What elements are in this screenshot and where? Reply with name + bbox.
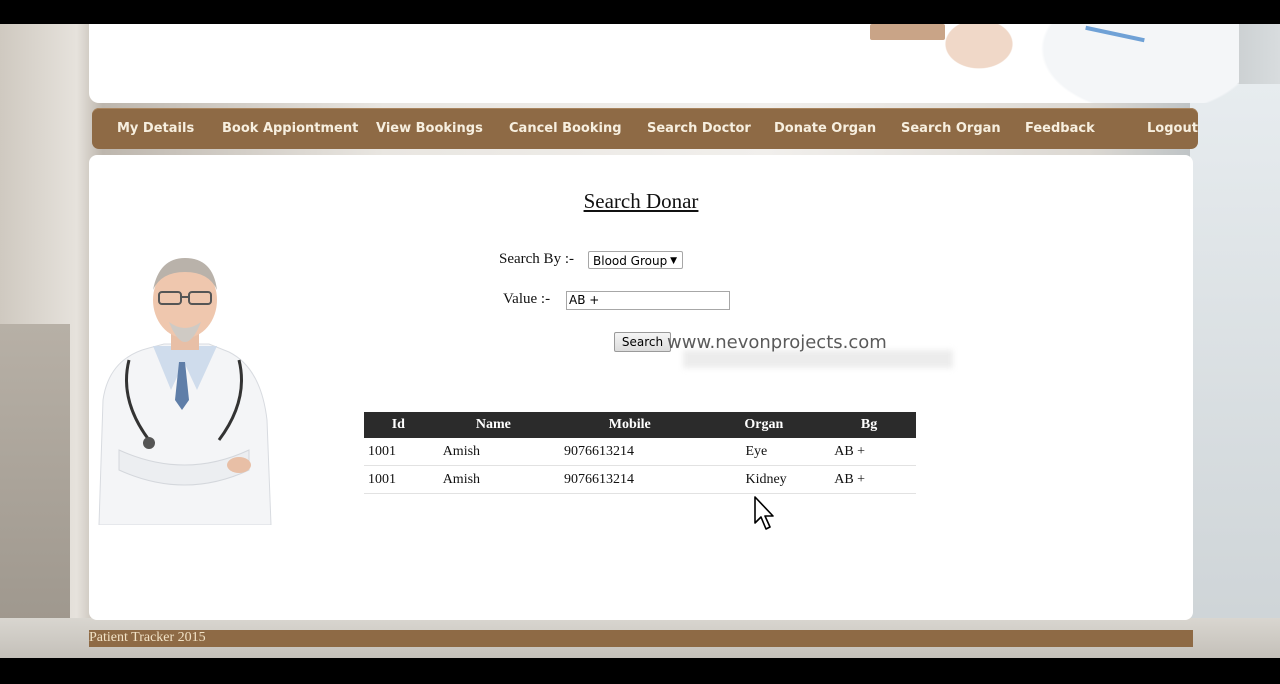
table-header-row: Id Name Mobile Organ Bg [364,412,916,438]
column-header-mobile: Mobile [554,412,706,438]
background-door [0,324,70,658]
mouse-cursor-icon [754,496,774,530]
page-title: Search Donar [583,189,699,213]
cell-bg: AB + [822,438,916,466]
cell-name: Amish [432,465,555,494]
background-wall [1190,84,1280,658]
nav-search-doctor[interactable]: Search Doctor [647,121,751,136]
search-button[interactable]: Search [614,332,671,352]
cell-organ: Eye [705,438,823,466]
content-panel: Search Donar Search By :- Blood Group ▼ … [89,155,1193,620]
column-header-bg: Bg [822,412,916,438]
header-banner [89,24,1239,103]
nav-my-details[interactable]: My Details [117,121,194,136]
column-header-name: Name [432,412,555,438]
dropdown-arrow-icon: ▼ [670,256,677,266]
cell-mobile: 9076613214 [554,465,706,494]
value-input[interactable]: AB + [566,291,730,310]
column-header-organ: Organ [705,412,823,438]
search-by-select[interactable]: Blood Group ▼ [588,251,683,269]
nurse-image [919,24,1239,103]
nav-view-bookings[interactable]: View Bookings [376,121,483,136]
cell-id: 1001 [364,465,433,494]
page-background: My Details Book Appiontment View Booking… [0,24,1280,658]
cell-bg: AB + [822,465,916,494]
table-row: 1001 Amish 9076613214 Eye AB + [364,438,916,466]
watermark-text: www.nevonprojects.com [667,332,887,353]
nav-book-appointment[interactable]: Book Appiontment [222,121,358,136]
value-label: Value :- [503,291,551,307]
nav-donate-organ[interactable]: Donate Organ [774,121,876,136]
column-header-id: Id [364,412,433,438]
footer-text: Patient Tracker 2015 [89,630,206,645]
nav-cancel-booking[interactable]: Cancel Booking [509,121,622,136]
search-by-value: Blood Group [593,254,668,268]
nav-search-organ[interactable]: Search Organ [901,121,1001,136]
nav-logout[interactable]: Logout [1147,121,1198,136]
cell-name: Amish [432,438,555,466]
doctor-image [98,258,272,525]
search-by-label: Search By :- [499,251,574,267]
cell-organ: Kidney [705,465,823,494]
nav-feedback[interactable]: Feedback [1025,121,1095,136]
results-table: Id Name Mobile Organ Bg 1001 Amish 90766… [364,412,916,494]
main-nav: My Details Book Appiontment View Booking… [92,108,1198,149]
table-row: 1001 Amish 9076613214 Kidney AB + [364,465,916,494]
footer-bar: Patient Tracker 2015 [89,630,1193,647]
cell-id: 1001 [364,438,433,466]
cell-mobile: 9076613214 [554,438,706,466]
clipboard-image [870,24,945,40]
